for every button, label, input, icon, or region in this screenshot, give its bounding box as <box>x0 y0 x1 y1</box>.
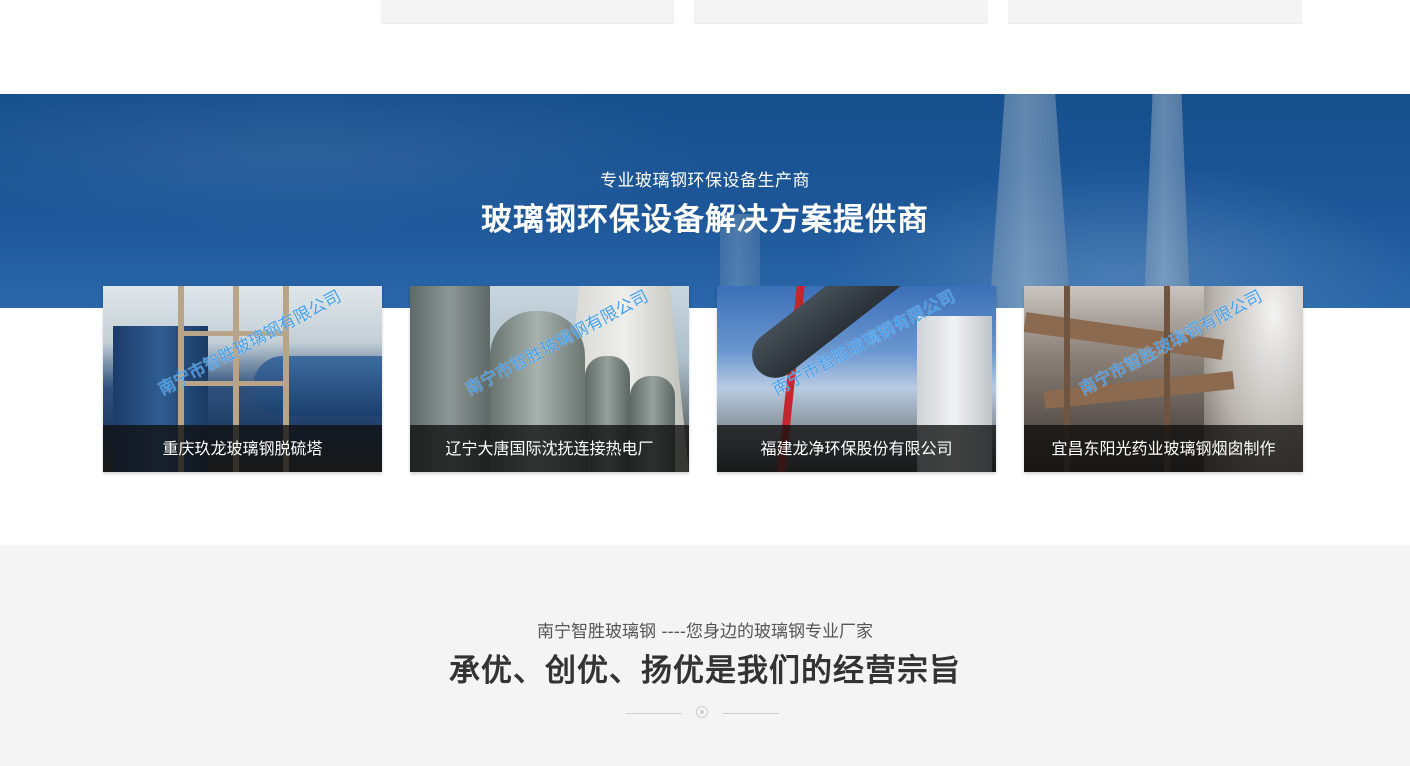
about-subtitle: 南宁智胜玻璃钢 ----您身边的玻璃钢专业厂家 <box>537 622 873 642</box>
case-card-4[interactable]: 南宁市智胜玻璃钢有限公司 宜昌东阳光药业玻璃钢烟囱制作 <box>1024 286 1303 472</box>
divider-circle-icon <box>696 706 708 718</box>
case-caption: 宜昌东阳光药业玻璃钢烟囱制作 <box>1024 425 1303 472</box>
case-caption: 福建龙净环保股份有限公司 <box>717 425 996 472</box>
banner-subtitle: 专业玻璃钢环保设备生产商 <box>600 171 810 191</box>
case-caption: 重庆玖龙玻璃钢脱硫塔 <box>103 425 382 472</box>
case-card-1[interactable]: 南宁市智胜玻璃钢有限公司 重庆玖龙玻璃钢脱硫塔 <box>103 286 382 472</box>
partial-card[interactable] <box>694 0 988 24</box>
partial-card[interactable] <box>381 0 674 24</box>
divider-line-right <box>723 713 779 714</box>
case-card-3[interactable]: 南宁市智胜玻璃钢有限公司 福建龙净环保股份有限公司 <box>717 286 996 472</box>
divider-line-left <box>626 713 682 714</box>
about-title: 承优、创优、扬优是我们的经营宗旨 <box>449 653 961 689</box>
case-card-2[interactable]: 南宁市智胜玻璃钢有限公司 辽宁大唐国际沈抚连接热电厂 <box>410 286 689 472</box>
solutions-banner: 专业玻璃钢环保设备生产商 玻璃钢环保设备解决方案提供商 <box>0 94 1410 308</box>
about-section: 南宁智胜玻璃钢 ----您身边的玻璃钢专业厂家 承优、创优、扬优是我们的经营宗旨 <box>0 545 1410 766</box>
case-caption: 辽宁大唐国际沈抚连接热电厂 <box>410 425 689 472</box>
banner-title: 玻璃钢环保设备解决方案提供商 <box>481 202 929 238</box>
partial-card[interactable] <box>1008 0 1302 24</box>
previous-section <box>0 0 1410 94</box>
